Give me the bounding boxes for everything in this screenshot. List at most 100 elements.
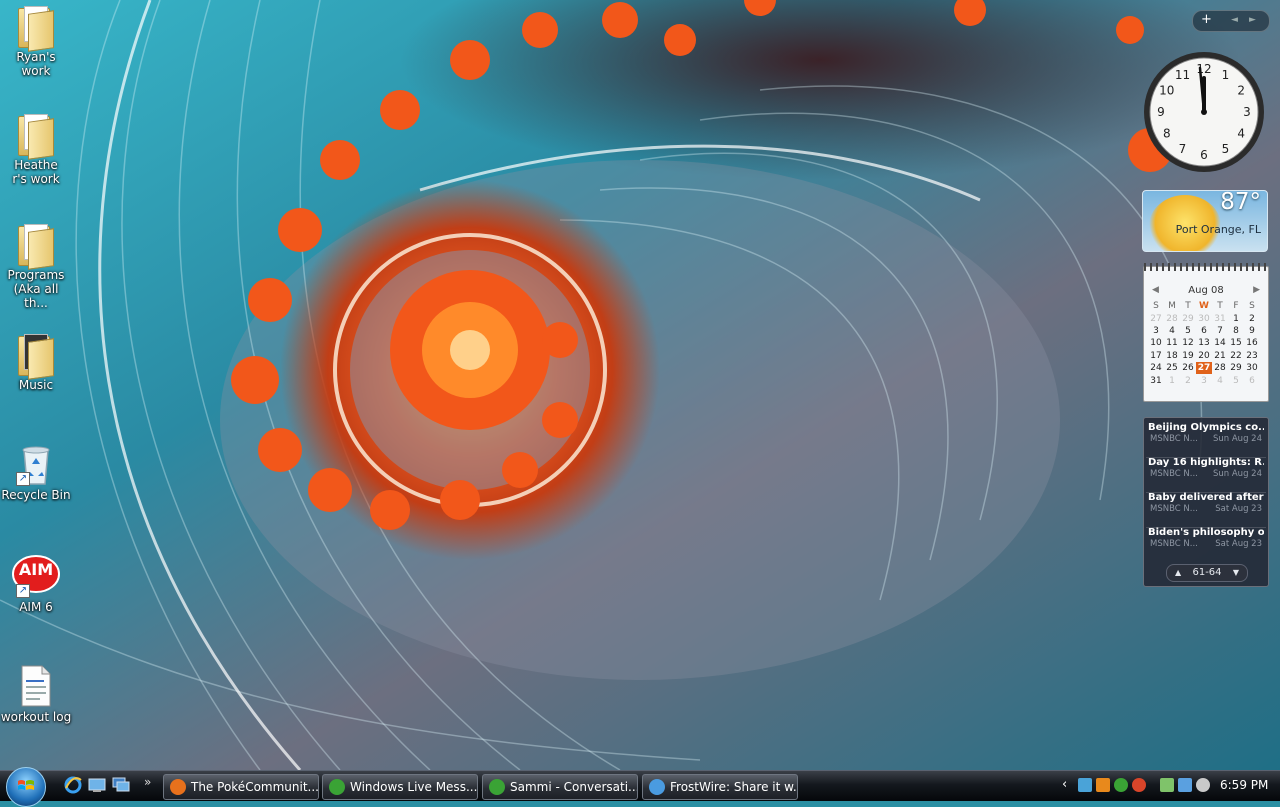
calendar-day[interactable]: 21 <box>1212 350 1228 362</box>
aim-logo-text: AIM <box>18 560 54 579</box>
music-folder-icon <box>16 332 56 380</box>
internet-explorer-icon[interactable] <box>64 776 82 794</box>
add-gadget-button[interactable]: + <box>1201 12 1212 27</box>
calendar-day[interactable]: 28 <box>1164 312 1180 324</box>
calendar-day[interactable]: 29 <box>1180 312 1196 324</box>
desktop-icon-workout-log[interactable]: workout log <box>0 664 72 724</box>
calendar-day[interactable]: 3 <box>1196 374 1212 386</box>
calendar-day[interactable]: 5 <box>1228 374 1244 386</box>
network-connection-tray-icon[interactable] <box>1178 778 1192 792</box>
taskbar-button-firefox[interactable]: The PokéCommunit... <box>163 774 319 800</box>
calendar-day[interactable]: 2 <box>1180 374 1196 386</box>
desktop-icon-aim[interactable]: AIM ↗ AIM 6 <box>0 554 72 614</box>
previous-page-button[interactable]: ◄ <box>1231 15 1238 25</box>
calendar-day[interactable]: 4 <box>1212 374 1228 386</box>
weather-gadget[interactable]: 87° Port Orange, FL <box>1142 190 1268 252</box>
calendar-day[interactable]: 5 <box>1180 325 1196 337</box>
calendar-day[interactable]: 20 <box>1196 350 1212 362</box>
news-item-source: MSNBC N... <box>1150 504 1198 514</box>
calendar-day[interactable]: 1 <box>1228 312 1244 324</box>
taskbar-button-conversation[interactable]: Sammi - Conversati... <box>482 774 638 800</box>
desktop-icon-programs[interactable]: Programs (Aka all th... <box>0 222 72 310</box>
calendar-day[interactable]: 30 <box>1196 312 1212 324</box>
news-item[interactable]: Biden's philosophy o... MSNBC N... Sat Au… <box>1148 527 1264 559</box>
taskbar-button-messenger[interactable]: Windows Live Mess... <box>322 774 478 800</box>
calendar-day[interactable]: 6 <box>1244 374 1260 386</box>
news-item-date: Sat Aug 23 <box>1215 504 1262 514</box>
frostwire-icon <box>649 779 665 795</box>
calendar-day[interactable]: 10 <box>1148 337 1164 349</box>
calendar-day[interactable]: 16 <box>1244 337 1260 349</box>
calendar-gadget[interactable]: ◀ Aug 08 ▶ S M T W T F S 27 28 29 30 31 1 2 3 4 5 6 7 8 9 10 1… <box>1143 263 1269 402</box>
calendar-day[interactable]: 9 <box>1244 325 1260 337</box>
calendar-day[interactable]: 19 <box>1180 350 1196 362</box>
desktop-icon-heathers-work[interactable]: Heather's work <box>0 112 72 186</box>
conversation-icon <box>489 779 505 795</box>
desktop-icon-label: Programs (Aka all th... <box>7 268 65 310</box>
calendar-day[interactable]: 31 <box>1212 312 1228 324</box>
tray-expand-button[interactable]: ‹ <box>1062 777 1067 792</box>
calendar-day[interactable]: 17 <box>1148 350 1164 362</box>
news-next-button[interactable]: ▼ <box>1233 565 1239 581</box>
clock-gadget[interactable]: 12 1 2 3 4 5 6 7 8 9 10 11 <box>1142 50 1266 174</box>
desktop-icon-recycle-bin[interactable]: ↗ Recycle Bin <box>0 442 72 502</box>
start-button[interactable] <box>6 767 46 807</box>
desktop-icon-label: workout log <box>0 710 72 724</box>
browser-tray-icon[interactable] <box>1132 778 1146 792</box>
news-item-source: MSNBC N... <box>1150 539 1198 549</box>
calendar-day[interactable]: 30 <box>1244 362 1260 374</box>
shortcut-arrow-icon: ↗ <box>16 472 30 486</box>
news-item[interactable]: Day 16 highlights: R... MSNBC N... Sun Au… <box>1148 457 1264 489</box>
update-tray-icon[interactable] <box>1096 778 1110 792</box>
calendar-next-month-button[interactable]: ▶ <box>1253 285 1260 295</box>
volume-muted-tray-icon[interactable] <box>1196 778 1210 792</box>
calendar-day[interactable]: 1 <box>1164 374 1180 386</box>
calendar-day[interactable]: 29 <box>1228 362 1244 374</box>
next-page-button[interactable]: ► <box>1249 15 1256 25</box>
news-item[interactable]: Beijing Olympics co... MSNBC N... Sun Aug… <box>1148 422 1264 454</box>
calendar-day[interactable]: 27 <box>1196 361 1212 375</box>
calendar-day[interactable]: 23 <box>1244 350 1260 362</box>
switch-windows-icon[interactable] <box>112 776 130 794</box>
calendar-day[interactable]: 18 <box>1164 350 1180 362</box>
desktop-icon-label: Recycle Bin <box>1 488 71 502</box>
calendar-day[interactable]: 28 <box>1212 362 1228 374</box>
calendar-day[interactable]: 2 <box>1244 312 1260 324</box>
calendar-day[interactable]: 26 <box>1180 362 1196 374</box>
desktop-icon-music[interactable]: Music <box>0 332 72 392</box>
calendar-day[interactable]: 13 <box>1196 337 1212 349</box>
news-headlines-gadget[interactable]: Beijing Olympics co... MSNBC N... Sun Aug… <box>1143 417 1269 587</box>
quick-launch-more-button[interactable]: » <box>144 775 151 789</box>
network-tray-icon[interactable] <box>1078 778 1092 792</box>
calendar-day[interactable]: 6 <box>1196 325 1212 337</box>
calendar-day[interactable]: 3 <box>1148 325 1164 337</box>
show-desktop-icon[interactable] <box>88 776 106 794</box>
clock-numeral: 8 <box>1163 127 1171 141</box>
calendar-day[interactable]: 12 <box>1180 337 1196 349</box>
calendar-weekday: F <box>1233 301 1239 312</box>
calendar-day[interactable]: 14 <box>1212 337 1228 349</box>
document-icon <box>16 664 56 708</box>
desktop-icon-ryans-work[interactable]: Ryan's work <box>0 4 72 78</box>
calendar-day[interactable]: 31 <box>1148 374 1164 386</box>
calendar-day[interactable]: 24 <box>1148 362 1164 374</box>
calendar-day[interactable]: 7 <box>1212 325 1228 337</box>
clock-numeral: 2 <box>1237 84 1245 98</box>
news-prev-button[interactable]: ▲ <box>1175 565 1181 581</box>
calendar-day[interactable]: 4 <box>1164 325 1180 337</box>
calendar-day[interactable]: 22 <box>1228 350 1244 362</box>
taskbar-clock[interactable]: 6:59 PM <box>1220 778 1268 792</box>
calendar-day[interactable]: 27 <box>1148 312 1164 324</box>
news-item[interactable]: Baby delivered after ... MSNBC N... Sat A… <box>1148 492 1264 524</box>
messenger-tray-icon[interactable] <box>1114 778 1128 792</box>
safely-remove-tray-icon[interactable] <box>1160 778 1174 792</box>
calendar-day[interactable]: 8 <box>1228 325 1244 337</box>
calendar-day[interactable]: 25 <box>1164 362 1180 374</box>
calendar-day[interactable]: 15 <box>1228 337 1244 349</box>
weather-city: Port Orange, FL <box>1175 223 1261 236</box>
aim-icon: AIM ↗ <box>12 554 60 598</box>
news-page-range: 61-64 <box>1192 567 1222 578</box>
calendar-grid: S M T W T F S 27 28 29 30 31 1 2 3 4 5 6 7 8 9 10 11 12 13 14 15 16… <box>1148 300 1260 387</box>
calendar-day[interactable]: 11 <box>1164 337 1180 349</box>
taskbar-button-frostwire[interactable]: FrostWire: Share it w... <box>642 774 798 800</box>
